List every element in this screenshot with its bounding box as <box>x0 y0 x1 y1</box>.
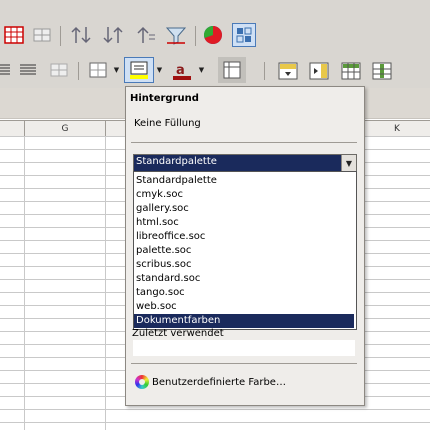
palette-option[interactable]: scribus.soc <box>134 258 354 272</box>
font-color-icon[interactable]: a <box>170 60 194 82</box>
custom-color-label: Benutzerdefinierte Farbe… <box>152 376 286 388</box>
freeze-icon[interactable] <box>339 60 363 82</box>
toolbar-separator <box>60 26 61 46</box>
split-icon[interactable] <box>370 60 394 82</box>
background-color-popup: Hintergrund Keine Füllung Standardpalett… <box>125 86 365 406</box>
sort-icon[interactable] <box>134 24 158 46</box>
table-red-icon[interactable] <box>3 24 25 46</box>
palette-option[interactable]: Standardpalette <box>134 174 354 188</box>
color-wheel-icon <box>135 375 149 389</box>
palette-dropdown-list: Standardpalette cmyk.soc gallery.soc htm… <box>133 171 357 330</box>
column-header-cell[interactable] <box>0 121 25 136</box>
insert-rows-icon[interactable] <box>307 60 331 82</box>
grid-line <box>105 136 106 430</box>
chevron-down-icon[interactable]: ▼ <box>113 60 120 80</box>
no-fill-button[interactable]: Keine Füllung <box>134 118 201 129</box>
column-letter: G <box>61 123 69 134</box>
chevron-down-icon[interactable]: ▼ <box>198 60 205 80</box>
column-header-k[interactable]: K <box>364 121 430 136</box>
align-justify-icon[interactable] <box>0 60 12 80</box>
standard-toolbar <box>0 0 430 52</box>
autofilter-icon[interactable] <box>164 24 188 46</box>
column-header-g[interactable]: G <box>25 121 106 136</box>
no-fill-label: Keine Füllung <box>134 118 201 129</box>
background-color-icon[interactable] <box>124 57 154 83</box>
palette-option[interactable]: palette.soc <box>134 244 354 258</box>
insert-table-icon[interactable] <box>31 24 53 46</box>
toolbar-separator <box>195 26 196 46</box>
separator <box>131 363 357 364</box>
merge-cells-icon[interactable] <box>47 60 71 80</box>
palette-select[interactable]: Standardpalette ▼ <box>133 154 357 172</box>
separator <box>131 142 357 143</box>
toolbar-separator <box>264 62 265 80</box>
toolbar-separator <box>78 62 79 80</box>
grid-line <box>24 136 25 430</box>
chevron-down-icon[interactable]: ▼ <box>156 60 163 80</box>
custom-color-button[interactable]: Benutzerdefinierte Farbe… <box>135 375 286 389</box>
chart-icon[interactable] <box>202 24 224 46</box>
sort-descending-icon[interactable] <box>102 24 126 46</box>
palette-select-value: Standardpalette <box>136 156 217 167</box>
palette-option[interactable]: html.soc <box>134 216 354 230</box>
recent-colors-area[interactable] <box>133 340 355 356</box>
palette-option[interactable]: cmyk.soc <box>134 188 354 202</box>
insert-cells-icon[interactable] <box>276 60 300 82</box>
column-header-cell[interactable] <box>106 121 127 136</box>
column-letter: K <box>394 123 400 134</box>
palette-option[interactable]: web.soc <box>134 300 354 314</box>
align-distributed-icon[interactable] <box>16 60 40 80</box>
palette-option[interactable]: libreoffice.soc <box>134 230 354 244</box>
conditional-icon[interactable] <box>218 57 246 83</box>
recently-used-label: Zuletzt verwendet <box>132 328 224 339</box>
palette-option-highlighted[interactable]: Dokumentfarben <box>134 314 354 328</box>
palette-option[interactable]: tango.soc <box>134 286 354 300</box>
borders-icon[interactable] <box>86 60 110 80</box>
formatting-toolbar: ▼ ▼ a ▼ <box>0 52 430 88</box>
svg-text:a: a <box>176 63 185 78</box>
chevron-down-icon[interactable]: ▼ <box>341 155 356 171</box>
palette-option[interactable]: standard.soc <box>134 272 354 286</box>
pivot-table-icon[interactable] <box>232 23 256 47</box>
palette-option[interactable]: gallery.soc <box>134 202 354 216</box>
sort-ascending-icon[interactable] <box>70 24 94 46</box>
popup-title: Hintergrund <box>130 93 199 104</box>
